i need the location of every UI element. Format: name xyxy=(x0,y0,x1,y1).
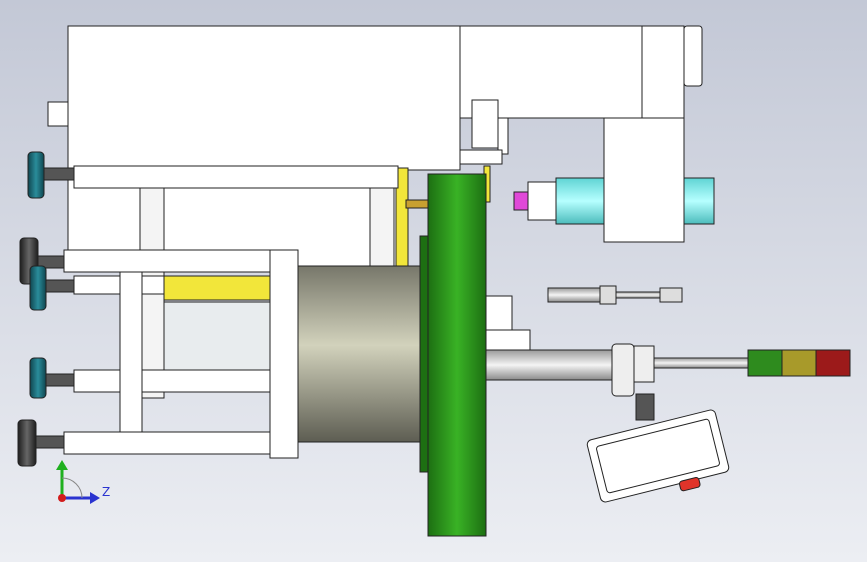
sensor-bracket[interactable] xyxy=(459,149,503,165)
housing-end-cap[interactable] xyxy=(641,25,685,119)
housing-knob[interactable] xyxy=(683,25,703,87)
rail-5[interactable] xyxy=(63,431,271,455)
rear-stub[interactable] xyxy=(47,101,69,127)
rail-1[interactable] xyxy=(73,165,399,189)
probe-clamp[interactable] xyxy=(611,343,635,397)
upper-housing[interactable] xyxy=(67,25,461,171)
light-green-segment[interactable] xyxy=(747,349,783,377)
signal-arm[interactable] xyxy=(653,357,749,369)
cyan-actuator-left[interactable] xyxy=(555,177,605,225)
magenta-tip[interactable] xyxy=(513,191,529,211)
small-cylinder[interactable] xyxy=(547,287,601,303)
actuator-collar[interactable] xyxy=(527,181,557,221)
probe-collar[interactable] xyxy=(633,345,655,383)
cad-model-view[interactable] xyxy=(0,0,867,562)
valve-base[interactable] xyxy=(485,329,531,353)
frame-upright-right[interactable] xyxy=(269,249,299,459)
valve-body[interactable] xyxy=(485,295,513,331)
slide-block[interactable] xyxy=(471,99,499,149)
frame-post-2[interactable] xyxy=(369,187,395,271)
light-amber-segment[interactable] xyxy=(781,349,817,377)
small-cylinder-nut[interactable] xyxy=(599,285,617,305)
triad-origin xyxy=(58,494,66,502)
probe-tube[interactable] xyxy=(485,349,615,381)
small-cylinder-rod[interactable] xyxy=(615,291,661,299)
rail-2[interactable] xyxy=(63,249,271,273)
slide-block-cap[interactable] xyxy=(497,117,509,155)
cyan-actuator-right[interactable] xyxy=(683,177,715,225)
rail-3[interactable] xyxy=(73,275,165,295)
rail-4[interactable] xyxy=(73,369,271,393)
axis-z-label: Z xyxy=(102,485,111,499)
flange-hub[interactable] xyxy=(405,199,429,209)
green-flange[interactable] xyxy=(427,173,487,537)
yellow-bar-lower[interactable] xyxy=(163,275,271,301)
frame-upright-left[interactable] xyxy=(119,271,143,433)
frame-inner-panel xyxy=(163,301,271,375)
cad-viewport[interactable]: Z xyxy=(0,0,867,562)
rod-end[interactable] xyxy=(659,287,683,303)
main-cylinder[interactable] xyxy=(297,265,429,443)
pendant-mount[interactable] xyxy=(635,393,655,421)
light-red-segment[interactable] xyxy=(815,349,851,377)
housing-vertical-column[interactable] xyxy=(603,117,685,243)
